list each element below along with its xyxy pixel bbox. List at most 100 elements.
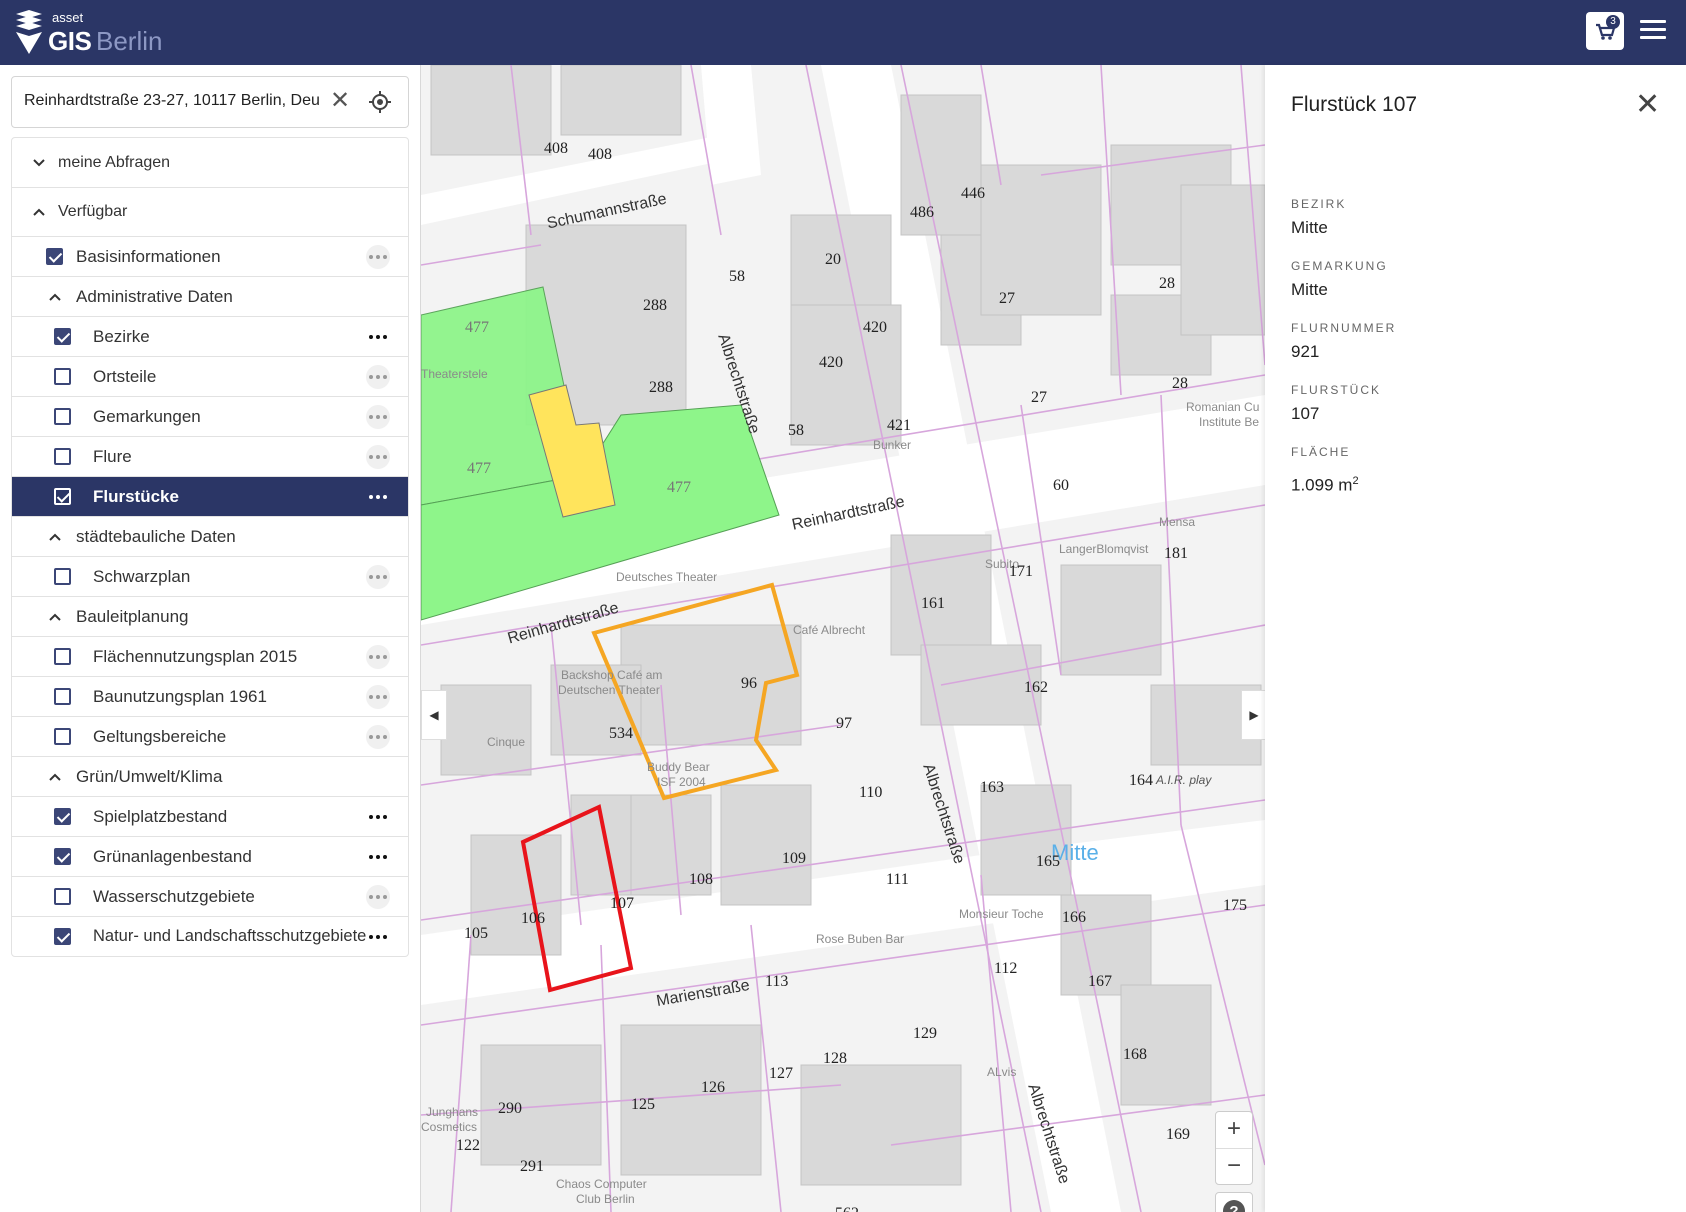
parcel-number: 534 (609, 725, 633, 742)
help-button[interactable]: ? (1215, 1192, 1253, 1212)
checkbox[interactable] (54, 328, 71, 345)
svg-text:?: ? (1229, 1203, 1238, 1212)
layer-wasserschutzgebiete[interactable]: Wasserschutzgebiete (12, 877, 408, 917)
layer-ortsteile[interactable]: Ortsteile (12, 357, 408, 397)
parcel-number: 122 (456, 1137, 480, 1154)
group-bauleitplanung[interactable]: Bauleitplanung (12, 597, 408, 637)
more-options-icon[interactable] (366, 725, 390, 749)
checkbox[interactable] (54, 648, 71, 665)
field-flurnummer: FLURNUMMER 921 (1291, 321, 1396, 362)
more-options-icon[interactable] (366, 885, 390, 909)
more-options-icon[interactable] (366, 565, 390, 589)
zoom-in-button[interactable]: + (1216, 1112, 1252, 1149)
more-options-icon[interactable] (366, 445, 390, 469)
more-options-icon[interactable] (366, 325, 390, 349)
parcel-number: 163 (980, 779, 1004, 796)
poi-label: Chaos Computer (556, 1177, 647, 1191)
zoom-out-button[interactable]: − (1216, 1149, 1252, 1185)
group-label: Verfügbar (58, 203, 128, 220)
field-flurstueck: FLURSTÜCK 107 (1291, 383, 1381, 424)
checkbox[interactable] (54, 688, 71, 705)
collapse-left-panel-button[interactable]: ◀ (421, 690, 447, 740)
layer-natur-landschaftsschutzgebiete[interactable]: Natur- und Landschaftsschutzgebiete (12, 917, 408, 956)
group-label: Grün/Umwelt/Klima (76, 766, 223, 786)
app-logo[interactable]: asset GIS Berlin (14, 8, 184, 56)
clear-search-icon[interactable]: ✕ (330, 89, 350, 113)
checkbox[interactable] (54, 448, 71, 465)
checkbox[interactable] (54, 568, 71, 585)
parcel-number: 107 (610, 895, 634, 912)
checkbox[interactable] (54, 488, 71, 505)
checkbox[interactable] (54, 888, 71, 905)
layer-label: Flächennutzungsplan 2015 (93, 646, 298, 666)
panel-title: Flurstück 107 (1291, 93, 1418, 116)
hamburger-menu-icon[interactable] (1640, 20, 1666, 44)
group-meine-abfragen[interactable]: meine Abfragen (12, 138, 408, 188)
map-view[interactable]: Schumannstraße Reinhardtstraße Reinhardt… (421, 65, 1265, 1212)
layer-label: Flurstücke (93, 486, 179, 506)
field-key: BEZIRK (1291, 197, 1347, 211)
address-search-input[interactable] (22, 91, 326, 111)
checkbox[interactable] (54, 848, 71, 865)
poi-label: ALvis (987, 1065, 1017, 1079)
layer-baunutzungsplan[interactable]: Baunutzungsplan 1961 (12, 677, 408, 717)
layer-basisinformationen[interactable]: Basisinformationen (12, 237, 408, 277)
layer-flure[interactable]: Flure (12, 437, 408, 477)
group-verfuegbar[interactable]: Verfügbar (12, 188, 408, 237)
layer-bezirke[interactable]: Bezirke (12, 317, 408, 357)
group-gruen-umwelt-klima[interactable]: Grün/Umwelt/Klima (12, 757, 408, 797)
parcel-number: 108 (689, 871, 713, 888)
layer-geltungsbereiche[interactable]: Geltungsbereiche (12, 717, 408, 757)
checkbox[interactable] (54, 808, 71, 825)
parcel-number: 477 (465, 319, 489, 336)
group-administrative-daten[interactable]: Administrative Daten (12, 277, 408, 317)
parcel-number: 126 (701, 1079, 725, 1096)
parcel-number: 162 (1024, 679, 1048, 696)
layer-spielplatzbestand[interactable]: Spielplatzbestand (12, 797, 408, 837)
more-options-icon[interactable] (366, 845, 390, 869)
parcel-number: 161 (921, 595, 945, 612)
parcel-number: 28 (1159, 275, 1175, 292)
layer-gruenanlagenbestand[interactable]: Grünanlagenbestand (12, 837, 408, 877)
poi-label: Mensa (1159, 515, 1196, 529)
chevron-up-icon (49, 293, 61, 301)
more-options-icon[interactable] (366, 925, 390, 949)
checkbox[interactable] (54, 408, 71, 425)
field-key: FLURSTÜCK (1291, 383, 1382, 397)
parcel-number: 169 (1166, 1126, 1190, 1143)
field-key: GEMARKUNG (1291, 259, 1388, 273)
collapse-right-panel-button[interactable]: ▶ (1241, 690, 1265, 740)
more-options-icon[interactable] (366, 645, 390, 669)
address-search-box[interactable]: ✕ (11, 76, 409, 128)
layer-schwarzplan[interactable]: Schwarzplan (12, 557, 408, 597)
poi-label: A.I.R. play (1156, 773, 1212, 787)
layer-label: Basisinformationen (76, 246, 221, 266)
parcel-number: 128 (823, 1050, 847, 1067)
layer-flaechennutzungsplan[interactable]: Flächennutzungsplan 2015 (12, 637, 408, 677)
more-options-icon[interactable] (366, 685, 390, 709)
checkbox[interactable] (54, 368, 71, 385)
parcel-number: 288 (643, 297, 667, 314)
more-options-icon[interactable] (366, 245, 390, 269)
layer-flurstuecke[interactable]: Flurstücke (12, 477, 408, 517)
more-options-icon[interactable] (366, 405, 390, 429)
locate-icon[interactable] (368, 90, 392, 114)
detail-panel: Flurstück 107 ✕ BEZIRK Mitte GEMARKUNG M… (1265, 65, 1686, 1212)
poi-label: ISF 2004 (657, 775, 706, 789)
checkbox[interactable] (54, 928, 71, 945)
cart-button[interactable]: 3 (1586, 12, 1624, 50)
more-options-icon[interactable] (366, 485, 390, 509)
sidebar: ✕ meine Abfragen Verfügbar Basisinformat… (0, 65, 421, 1212)
more-options-icon[interactable] (366, 365, 390, 389)
field-key: FLÄCHE (1291, 445, 1351, 459)
layer-gemarkungen[interactable]: Gemarkungen (12, 397, 408, 437)
more-options-icon[interactable] (366, 805, 390, 829)
group-staedtebauliche-daten[interactable]: städtebauliche Daten (12, 517, 408, 557)
field-value: 107 (1291, 404, 1320, 423)
checkbox[interactable] (46, 248, 63, 265)
close-icon[interactable]: ✕ (1635, 87, 1660, 122)
group-label: städtebauliche Daten (76, 526, 236, 546)
layer-label: Baunutzungsplan 1961 (93, 686, 267, 706)
checkbox[interactable] (54, 728, 71, 745)
parcel-number: 171 (1009, 563, 1033, 580)
